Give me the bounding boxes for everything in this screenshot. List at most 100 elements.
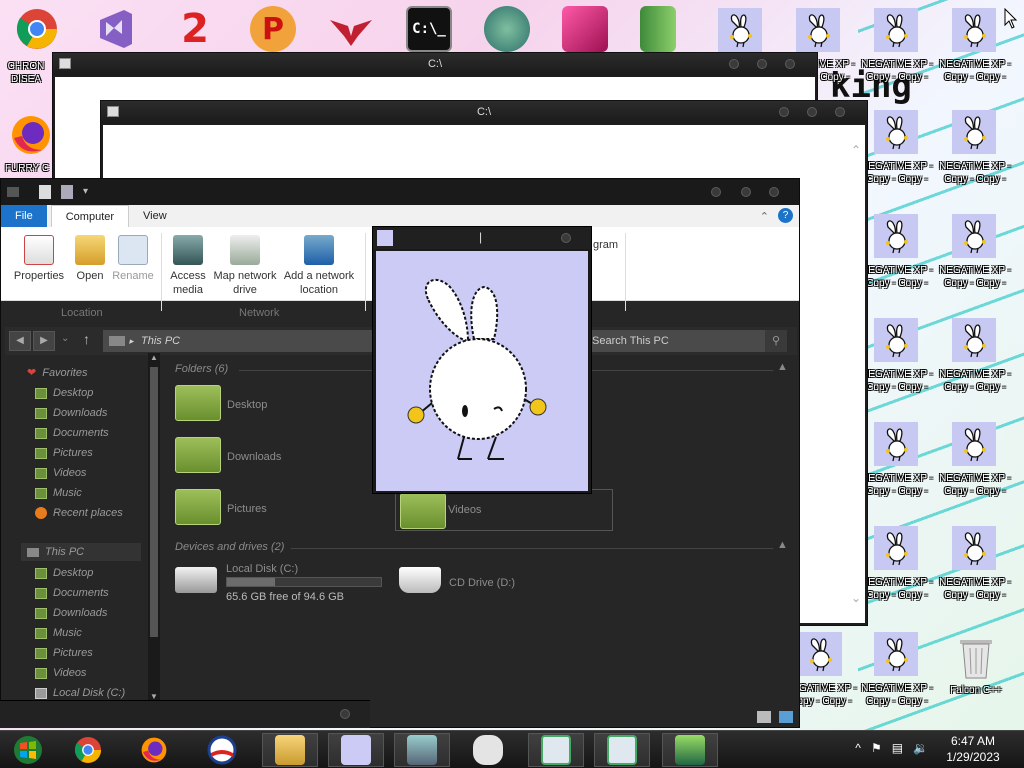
explorer-app-icon[interactable] — [7, 187, 19, 197]
collapse-ribbon-icon[interactable]: ⌃ — [760, 210, 769, 223]
taskbar-green-app[interactable] — [662, 733, 718, 767]
nav-favorites[interactable]: ❤ Favorites — [27, 365, 87, 381]
downloads-folder-icon[interactable] — [175, 437, 221, 473]
nav-fav-documents[interactable]: Documents — [35, 425, 109, 441]
access-media-button[interactable]: Access media — [165, 235, 211, 297]
nav-pc-videos[interactable]: Videos — [35, 665, 86, 681]
open-button[interactable]: Open — [71, 235, 109, 283]
bunny-shortcut-label[interactable]: NEGATIVE XP - Copy - Copy - — [860, 160, 934, 186]
help-icon[interactable]: ? — [778, 208, 793, 223]
nav-this-pc[interactable]: This PC — [27, 544, 84, 560]
taskbar-chrome[interactable] — [60, 733, 116, 767]
cmd-scroll-up-icon[interactable]: ⌃ — [851, 143, 861, 157]
bunny-shortcut-label[interactable]: NEGATIVE XP - Copy - Copy - — [938, 160, 1012, 186]
p-logo-icon[interactable]: P — [250, 6, 296, 52]
bunny-shortcut-label[interactable]: NEGATIVE XP - Copy - Copy - — [860, 368, 934, 394]
firefox-desktop-icon[interactable] — [8, 112, 54, 158]
tab-computer[interactable]: Computer — [50, 205, 130, 227]
start-button[interactable] — [0, 733, 56, 767]
pictures-folder-icon[interactable] — [175, 489, 221, 525]
taskbar-file-explorer[interactable] — [262, 733, 318, 767]
bunny-shortcut-icon[interactable] — [874, 318, 918, 362]
taskbar-bunny-viewer[interactable] — [328, 733, 384, 767]
details-view-icon[interactable] — [757, 711, 771, 723]
cd-drive-icon[interactable] — [399, 567, 441, 593]
bunny-image-viewer[interactable]: | — [372, 226, 592, 494]
network-icon[interactable]: ▤ — [892, 741, 903, 755]
nav-fav-recent-places[interactable]: Recent places — [35, 505, 123, 521]
taskbar-photo-viewer[interactable] — [394, 733, 450, 767]
firefox-shortcut-label[interactable]: FURRY C — [0, 162, 54, 175]
devices-section-header[interactable]: Devices and drives (2) — [175, 541, 284, 553]
nav-pc-music[interactable]: Music — [35, 625, 82, 641]
program-label[interactable]: gram — [593, 239, 618, 251]
nav-fav-pictures[interactable]: Pictures — [35, 445, 93, 461]
chrome-desktop-icon[interactable] — [14, 6, 60, 52]
bunny-shortcut-icon[interactable] — [874, 422, 918, 466]
bunny-shortcut-icon[interactable] — [874, 632, 918, 676]
nav-pc-desktop[interactable]: Desktop — [35, 565, 93, 581]
maximize-button[interactable] — [807, 107, 817, 117]
maximize-button[interactable] — [741, 187, 751, 197]
bunny-shortcut-icon[interactable] — [718, 8, 762, 52]
cmd-window-titlebar[interactable]: C:\ — [101, 101, 867, 123]
forward-button[interactable]: ▶ — [33, 331, 55, 351]
bunny-shortcut-icon[interactable] — [952, 318, 996, 362]
bunny-shortcut-icon[interactable] — [874, 526, 918, 570]
taskbar-obama-app[interactable] — [194, 733, 250, 767]
bunny-shortcut-label[interactable]: NEGATIVE XP - Copy - Copy - — [860, 58, 934, 84]
flag-icon[interactable]: ⚑ — [871, 741, 882, 755]
nav-pc-downloads[interactable]: Downloads — [35, 605, 107, 621]
viewer-titlebar[interactable]: | — [373, 227, 591, 249]
viewer-image-area[interactable] — [376, 251, 588, 491]
close-button[interactable] — [835, 107, 845, 117]
tray-expand-icon[interactable]: ^ — [855, 741, 861, 755]
folder-pictures-label[interactable]: Pictures — [227, 503, 267, 515]
local-disk-label[interactable]: Local Disk (C:) — [226, 563, 298, 575]
nav-pc-local-disk[interactable]: Local Disk (C:) — [35, 685, 125, 701]
visual-studio-icon[interactable] — [92, 6, 138, 52]
recycle-bin-label[interactable]: Falcon C++ — [940, 684, 1012, 697]
window-control-button[interactable] — [340, 709, 350, 719]
properties-button[interactable]: Properties — [11, 235, 67, 283]
taskbar-game-controller[interactable] — [460, 733, 516, 767]
map-network-drive-button[interactable]: Map network drive — [209, 235, 281, 297]
bunny-shortcut-icon[interactable] — [796, 8, 840, 52]
desktop-folder-icon[interactable] — [175, 385, 221, 421]
minimize-button[interactable] — [779, 107, 789, 117]
nav-fav-desktop[interactable]: Desktop — [35, 385, 93, 401]
add-network-location-button[interactable]: Add a network location — [281, 235, 357, 297]
bunny-shortcut-label[interactable]: NEGATIVE XP - Copy - Copy - — [860, 576, 934, 602]
local-disk-icon[interactable] — [175, 567, 217, 593]
chrome-shortcut-label[interactable]: CHRON DISEA — [0, 60, 52, 86]
maximize-button[interactable] — [757, 59, 767, 69]
rename-button[interactable]: Rename — [111, 235, 155, 283]
cmd-icon[interactable]: C:\_ — [406, 6, 452, 52]
bunny-shortcut-icon[interactable] — [952, 8, 996, 52]
quick-new-folder-icon[interactable] — [61, 185, 73, 199]
folder-desktop-label[interactable]: Desktop — [227, 399, 267, 411]
viewer-close-button[interactable] — [561, 233, 571, 243]
back-button[interactable]: ◀ — [9, 331, 31, 351]
bunny-shortcut-label[interactable]: NEGATIVE XP - Copy - Copy - — [860, 682, 934, 708]
large-icons-view-icon[interactable] — [779, 711, 793, 723]
search-icon[interactable]: ⚲ — [765, 330, 787, 352]
videos-folder-tile[interactable]: Videos — [395, 489, 613, 531]
bunny-shortcut-label[interactable]: NEGATIVE XP - Copy - Copy - — [860, 264, 934, 290]
quick-access-dropdown-icon[interactable]: ▾ — [83, 186, 88, 197]
minimize-button[interactable] — [729, 59, 739, 69]
recent-locations-icon[interactable]: ⌄ — [61, 333, 69, 344]
recycle-bin-icon[interactable] — [954, 632, 998, 680]
quick-properties-icon[interactable] — [39, 185, 51, 199]
search-input[interactable]: Search This PC — [589, 330, 765, 352]
pink-app-icon[interactable] — [562, 6, 608, 52]
nav-fav-music[interactable]: Music — [35, 485, 82, 501]
up-button[interactable]: ↑ — [83, 331, 90, 347]
address-field[interactable]: ▸ This PC — [103, 330, 385, 352]
bunny-shortcut-label[interactable]: NEGATIVE XP - Copy - Copy - — [938, 58, 1012, 84]
taskbar-firefox[interactable] — [126, 733, 182, 767]
bunny-shortcut-icon[interactable] — [952, 526, 996, 570]
winged-heart-icon[interactable] — [328, 6, 374, 52]
background-window-strip[interactable] — [0, 700, 370, 728]
globe-santa-icon[interactable] — [484, 6, 530, 52]
